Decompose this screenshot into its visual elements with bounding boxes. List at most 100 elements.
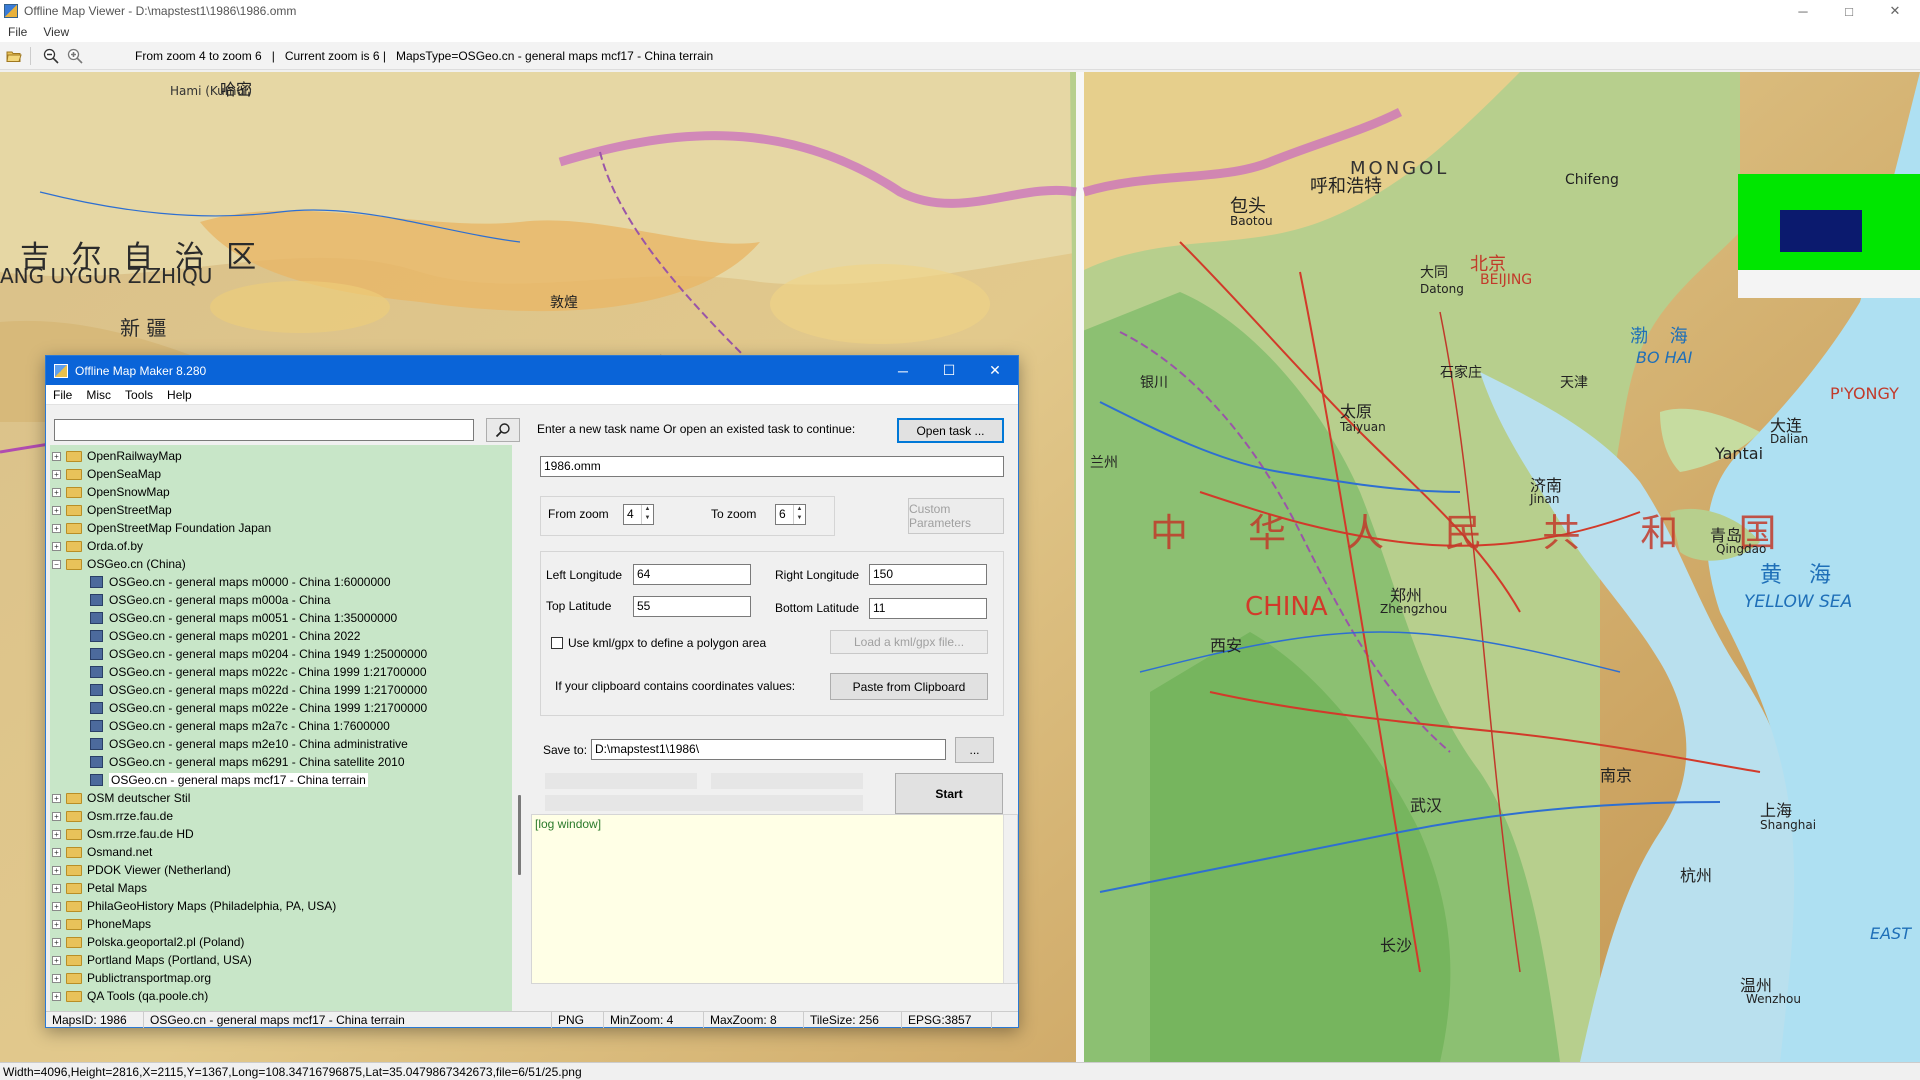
tree-map-item[interactable]: OSGeo.cn - general maps m022c - China 19… (50, 663, 512, 681)
left-longitude-input[interactable]: 64 (633, 564, 751, 585)
from-zoom-stepper[interactable]: 4 ▲ ▼ (623, 504, 654, 525)
open-task-button[interactable]: Open task ... (897, 418, 1004, 443)
expand-icon[interactable]: + (52, 991, 61, 1001)
tree-folder-item[interactable]: + Portland Maps (Portland, USA) (50, 951, 512, 969)
expand-icon[interactable]: + (52, 541, 61, 551)
log-window[interactable]: [log window] (531, 814, 1018, 984)
tree-folder-item[interactable]: + Osm.rrze.fau.de HD (50, 825, 512, 843)
tree-map-item[interactable]: OSGeo.cn - general maps m0204 - China 19… (50, 645, 512, 663)
tree-scrollbar[interactable] (518, 795, 521, 875)
map-label-zhengzhou: Zhengzhou (1380, 602, 1448, 616)
minimize-button[interactable]: ─ (1780, 0, 1826, 22)
expand-icon[interactable]: + (52, 955, 61, 965)
app-icon (4, 4, 18, 18)
expand-icon[interactable]: + (52, 811, 61, 821)
dialog-close-button[interactable]: ✕ (972, 356, 1018, 385)
tree-folder-item[interactable]: + OpenRailwayMap (50, 447, 512, 465)
overview-viewport[interactable] (1780, 210, 1862, 252)
dialog-maximize-button[interactable]: ☐ (926, 356, 972, 385)
expand-icon[interactable]: + (52, 451, 61, 461)
task-name-input[interactable]: 1986.omm (540, 456, 1004, 477)
top-latitude-input[interactable]: 55 (633, 596, 751, 617)
tree-folder-item[interactable]: + OpenStreetMap (50, 501, 512, 519)
menu-bar: File View (0, 22, 1920, 42)
custom-parameters-button[interactable]: Custom Parameters (908, 498, 1004, 534)
stepper-arrows-icon[interactable]: ▲ ▼ (793, 505, 805, 524)
tree-folder-item[interactable]: + Publictransportmap.org (50, 969, 512, 987)
bottom-latitude-input[interactable]: 11 (869, 598, 987, 619)
menu-view[interactable]: View (35, 25, 77, 39)
browse-button[interactable]: ... (955, 737, 994, 763)
tree-map-item[interactable]: OSGeo.cn - general maps m2a7c - China 1:… (50, 717, 512, 735)
expand-icon[interactable]: + (52, 523, 61, 533)
tree-folder-item[interactable]: + OSM deutscher Stil (50, 789, 512, 807)
to-zoom-stepper[interactable]: 6 ▲ ▼ (775, 504, 806, 525)
tree-folder-item[interactable]: + Orda.of.by (50, 537, 512, 555)
save-path-input[interactable]: D:\mapstest1\1986\ (591, 739, 946, 760)
tree-folder-item[interactable]: + PhilaGeoHistory Maps (Philadelphia, PA,… (50, 897, 512, 915)
tree-item-label: Portland Maps (Portland, USA) (87, 953, 252, 967)
dialog-menu-file[interactable]: File (46, 388, 79, 402)
expand-icon[interactable]: + (52, 487, 61, 497)
tree-folder-item[interactable]: + OpenSnowMap (50, 483, 512, 501)
tree-folder-item[interactable]: + Osmand.net (50, 843, 512, 861)
tree-folder-item[interactable]: + Petal Maps (50, 879, 512, 897)
log-scrollbar[interactable] (1003, 815, 1017, 983)
search-button[interactable] (486, 418, 520, 442)
tree-folder-item[interactable]: + Osm.rrze.fau.de (50, 807, 512, 825)
tree-folder-item[interactable]: + QA Tools (qa.poole.ch) (50, 987, 512, 1005)
start-button[interactable]: Start (895, 773, 1003, 814)
tree-map-item[interactable]: OSGeo.cn - general maps m0051 - China 1:… (50, 609, 512, 627)
menu-file[interactable]: File (0, 25, 35, 39)
close-button[interactable]: ✕ (1872, 0, 1918, 22)
dialog-menu-misc[interactable]: Misc (79, 388, 118, 402)
tree-map-item[interactable]: OSGeo.cn - general maps m2e10 - China ad… (50, 735, 512, 753)
tree-folder-item[interactable]: − OSGeo.cn (China) (50, 555, 512, 573)
expand-icon[interactable]: + (52, 793, 61, 803)
tree-map-item[interactable]: OSGeo.cn - general maps mcf17 - China te… (50, 771, 512, 789)
dialog-menu-tools[interactable]: Tools (118, 388, 160, 402)
expand-icon[interactable]: + (52, 865, 61, 875)
map-layer-icon (90, 756, 103, 768)
expand-icon[interactable]: + (52, 829, 61, 839)
tree-map-item[interactable]: OSGeo.cn - general maps m022d - China 19… (50, 681, 512, 699)
collapse-icon[interactable]: − (52, 559, 61, 569)
expand-icon[interactable]: + (52, 937, 61, 947)
folder-open-icon[interactable] (4, 46, 24, 66)
tree-folder-item[interactable]: + OpenStreetMap Foundation Japan (50, 519, 512, 537)
tree-folder-item[interactable]: + PhoneMaps (50, 915, 512, 933)
paste-clipboard-button[interactable]: Paste from Clipboard (830, 673, 988, 700)
expand-icon[interactable]: + (52, 469, 61, 479)
expand-icon[interactable]: + (52, 901, 61, 911)
zoom-out-icon[interactable] (41, 46, 61, 66)
expand-icon[interactable]: + (52, 505, 61, 515)
folder-icon (66, 486, 82, 498)
tree-folder-item[interactable]: + Polska.geoportal2.pl (Poland) (50, 933, 512, 951)
map-source-tree[interactable]: + OpenRailwayMap + OpenSeaMap + OpenSnowMap + O… (50, 445, 512, 1011)
dialog-menu-help[interactable]: Help (160, 388, 199, 402)
search-input[interactable] (54, 419, 474, 441)
tree-map-item[interactable]: OSGeo.cn - general maps m000a - China (50, 591, 512, 609)
load-kml-button[interactable]: Load a kml/gpx file... (830, 630, 988, 654)
zoom-info-text: From zoom 4 to zoom 6 | Current zoom is … (135, 48, 714, 63)
right-longitude-input[interactable]: 150 (869, 564, 987, 585)
tree-map-item[interactable]: OSGeo.cn - general maps m6291 - China sa… (50, 753, 512, 771)
zoom-in-icon[interactable] (65, 46, 85, 66)
dialog-title-bar[interactable]: Offline Map Maker 8.280 ─ ☐ ✕ (46, 356, 1018, 385)
expand-icon[interactable]: + (52, 883, 61, 893)
tree-item-label: OSGeo.cn - general maps m2e10 - China ad… (109, 737, 408, 751)
tree-map-item[interactable]: OSGeo.cn - general maps m0000 - China 1:… (50, 573, 512, 591)
map-label-datong: Datong (1420, 282, 1464, 296)
dialog-minimize-button[interactable]: ─ (880, 356, 926, 385)
expand-icon[interactable]: + (52, 973, 61, 983)
tree-folder-item[interactable]: + OpenSeaMap (50, 465, 512, 483)
expand-icon[interactable]: + (52, 847, 61, 857)
tree-map-item[interactable]: OSGeo.cn - general maps m0201 - China 20… (50, 627, 512, 645)
use-kml-checkbox[interactable] (551, 637, 563, 649)
expand-icon[interactable]: + (52, 919, 61, 929)
tree-folder-item[interactable]: + PDOK Viewer (Netherland) (50, 861, 512, 879)
overview-minimap[interactable] (1738, 174, 1920, 298)
tree-map-item[interactable]: OSGeo.cn - general maps m022e - China 19… (50, 699, 512, 717)
stepper-arrows-icon[interactable]: ▲ ▼ (641, 505, 653, 524)
maximize-button[interactable]: □ (1826, 0, 1872, 22)
